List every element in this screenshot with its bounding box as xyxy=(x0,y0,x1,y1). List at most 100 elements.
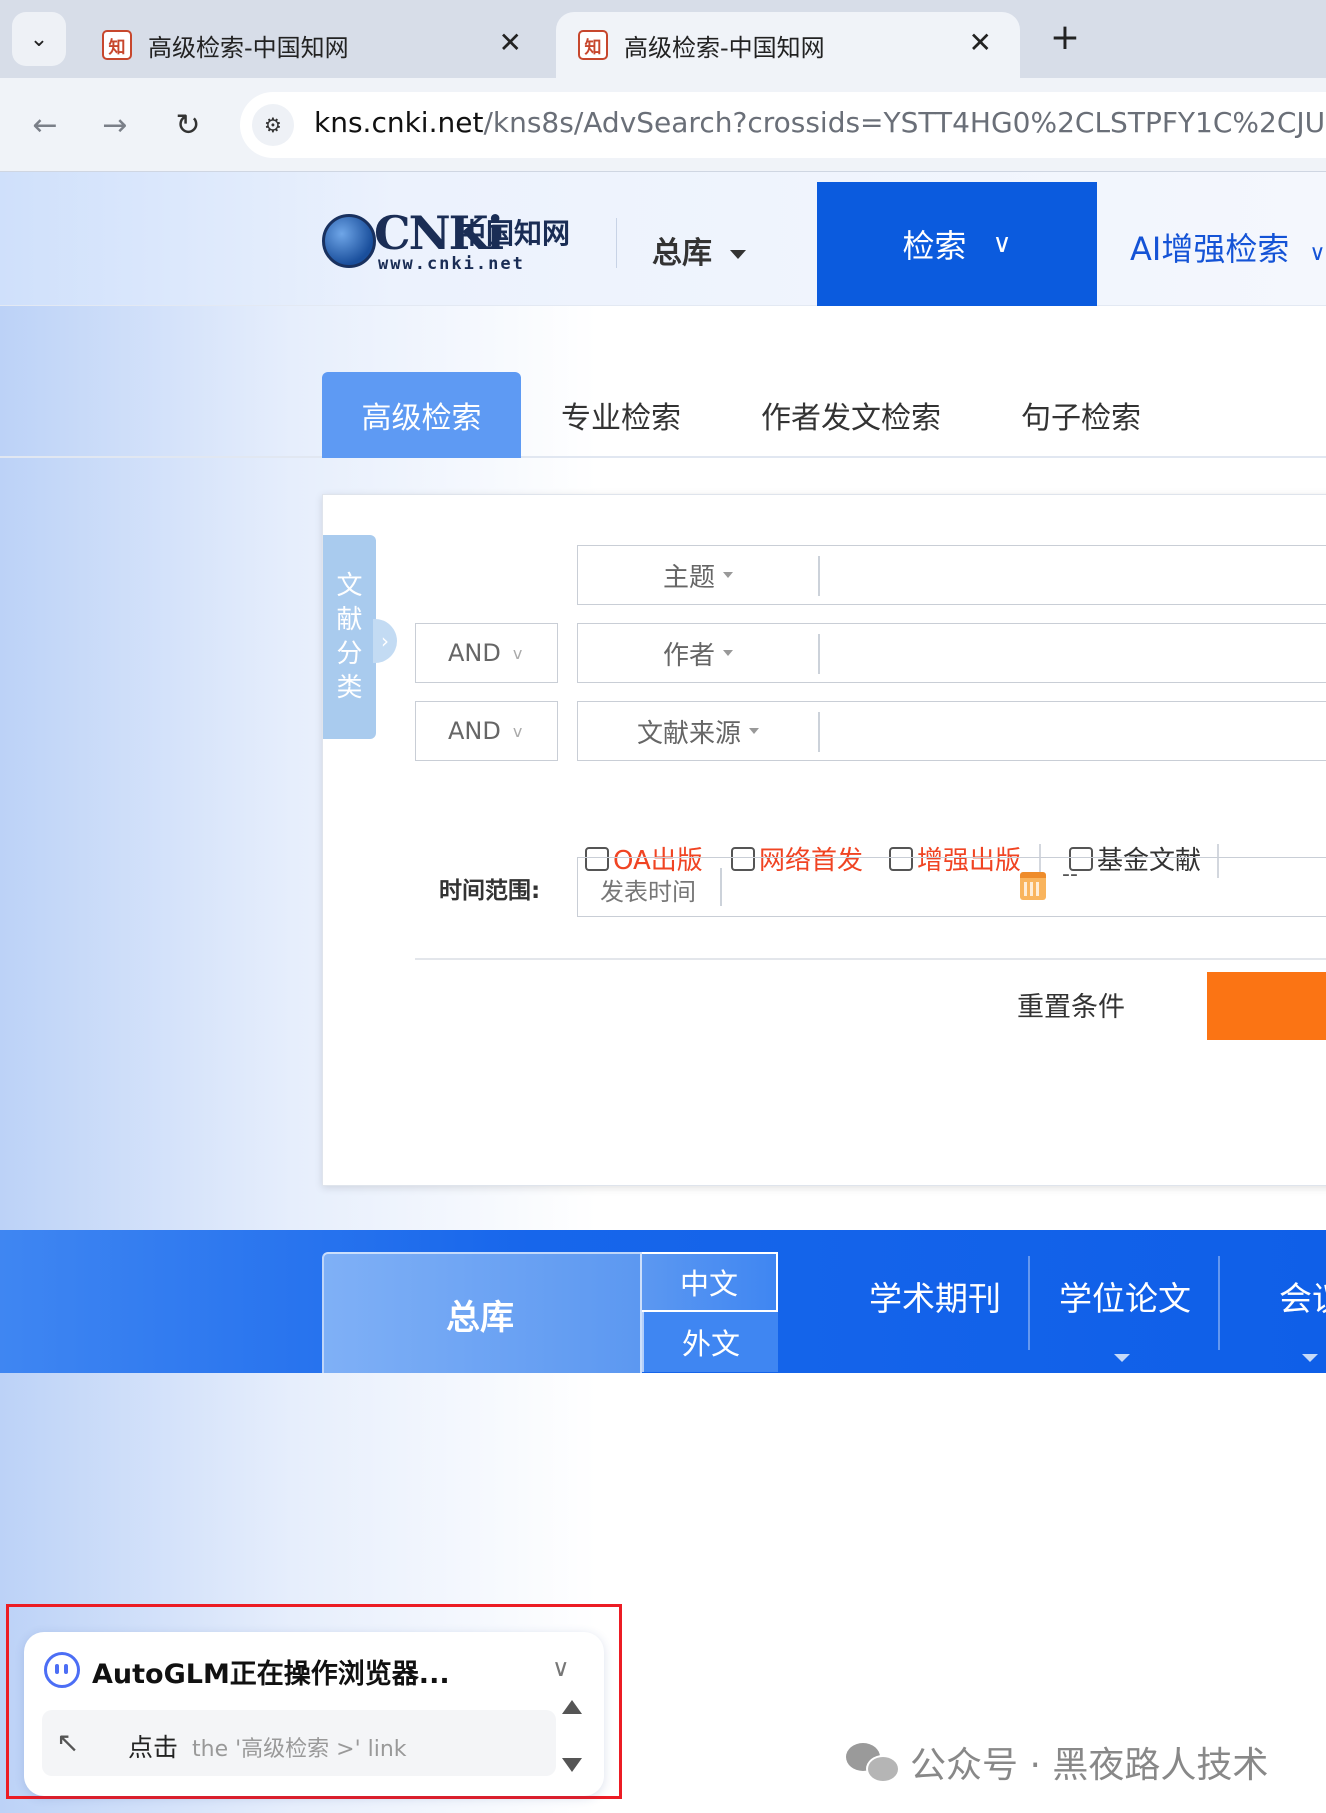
caret-down-icon xyxy=(723,572,733,578)
category-tab[interactable]: 文 献 分 类 xyxy=(323,535,376,739)
tab-professional-search[interactable]: 专业检索 xyxy=(541,372,701,458)
arrow-right-icon: → xyxy=(102,107,128,143)
globe-icon xyxy=(322,214,376,268)
field-selector[interactable]: 主题 xyxy=(578,546,818,604)
close-tab-icon[interactable]: ✕ xyxy=(969,26,992,59)
cnki-logo[interactable]: CNKi 中国知网 www.cnki.net xyxy=(322,206,574,274)
chevron-down-icon[interactable]: ∨ xyxy=(552,1654,570,1682)
resource-journals[interactable]: 学术期刊 xyxy=(869,1272,1001,1320)
url-path: /kns8s/AdvSearch?crossids=YSTT4HG0%2CLST… xyxy=(483,106,1326,139)
wechat-icon xyxy=(846,1743,900,1783)
caret-down-icon xyxy=(730,250,746,259)
caret-down-icon xyxy=(1302,1354,1318,1362)
search-row-1: 主题 xyxy=(577,545,1326,605)
browser-toolbar: ← → ↻ ⚙ kns.cnki.net/kns8s/AdvSearch?cro… xyxy=(0,78,1326,172)
calendar-icon[interactable] xyxy=(1020,872,1046,900)
step-target: the '高级检索 >' link xyxy=(192,1737,407,1762)
logic-label: AND xyxy=(448,639,501,667)
browser-tab-2[interactable]: 知 高级检索-中国知网 ✕ xyxy=(556,12,1020,78)
forward-button[interactable]: → xyxy=(90,100,140,150)
caret-down-icon xyxy=(1114,1354,1130,1362)
database-selector-label: 总库 xyxy=(652,236,712,271)
resource-bar: 总库 中文 外文 学术期刊 学位论文 会议 xyxy=(0,1230,1326,1373)
category-char: 类 xyxy=(336,673,363,703)
header-divider xyxy=(616,218,617,268)
chevron-right-icon[interactable]: › xyxy=(373,619,397,663)
scroll-down-icon[interactable] xyxy=(562,1758,582,1772)
database-selector[interactable]: 总库 xyxy=(652,228,746,272)
resource-theses[interactable]: 学位论文 xyxy=(1059,1272,1191,1320)
lang-foreign[interactable]: 外文 xyxy=(642,1312,778,1372)
time-range-label: 时间范围: xyxy=(439,878,541,904)
resource-zongku-label: 总库 xyxy=(446,1298,514,1338)
tab-search-menu-button[interactable]: ⌄ xyxy=(12,12,66,66)
logic-selector[interactable]: AND v xyxy=(415,623,558,683)
time-range-dash: -- xyxy=(1062,862,1078,887)
site-info-icon[interactable]: ⚙ xyxy=(252,104,294,146)
new-tab-button[interactable]: + xyxy=(1042,14,1088,60)
field-selector-label: 文献来源 xyxy=(636,718,741,749)
cnki-favicon-icon: 知 xyxy=(102,30,132,60)
field-divider xyxy=(818,634,820,674)
browser-tab-bar: ⌄ 知 高级检索-中国知网 ✕ 知 高级检索-中国知网 ✕ + xyxy=(0,0,1326,78)
resource-divider xyxy=(1028,1256,1030,1350)
url-text[interactable]: kns.cnki.net/kns8s/AdvSearch?crossids=YS… xyxy=(314,106,1326,139)
url-host: kns.cnki.net xyxy=(314,106,484,139)
browser-tab-1[interactable]: 知 高级检索-中国知网 ✕ xyxy=(80,12,550,78)
watermark: 公众号 · 黑夜路人技术 xyxy=(846,1736,1268,1788)
chevron-down-icon: v xyxy=(512,643,523,663)
close-tab-icon[interactable]: ✕ xyxy=(499,26,522,59)
chevron-down-icon: ⌄ xyxy=(29,26,49,52)
reload-button[interactable]: ↻ xyxy=(163,100,213,150)
search-row-2: 作者 xyxy=(577,623,1326,683)
click-cursor-icon: ↖ xyxy=(56,1726,80,1759)
resource-conferences[interactable]: 会议 xyxy=(1279,1272,1326,1320)
autoglm-title: AutoGLM正在操作浏览器... xyxy=(92,1659,450,1690)
address-bar[interactable]: ⚙ kns.cnki.net/kns8s/AdvSearch?crossids=… xyxy=(240,92,1326,158)
field-selector[interactable]: 作者 xyxy=(578,624,818,682)
site-header: CNKi 中国知网 www.cnki.net 总库 检索 ∨ AI增强检索 ∨ xyxy=(0,172,1326,306)
chevron-down-icon: ∨ xyxy=(992,229,1012,259)
logic-label: AND xyxy=(448,717,501,745)
category-char: 献 xyxy=(336,605,363,635)
scroll-up-icon[interactable] xyxy=(562,1700,582,1714)
nav-ai-search[interactable]: AI增强检索 ∨ xyxy=(1130,224,1325,270)
logo-url: www.cnki.net xyxy=(378,254,525,274)
category-char: 分 xyxy=(336,639,363,669)
resource-divider xyxy=(1218,1256,1220,1350)
field-selector[interactable]: 文献来源 xyxy=(578,702,818,760)
tab-title: 高级检索-中国知网 xyxy=(148,33,349,62)
resource-zongku[interactable]: 总库 xyxy=(322,1252,642,1373)
autoglm-step: ↖ 点击 the '高级检索 >' link xyxy=(42,1710,556,1776)
search-row-3: 文献来源 xyxy=(577,701,1326,761)
tab-sentence-search[interactable]: 句子检索 xyxy=(1006,372,1156,458)
watermark-text: 公众号 · 黑夜路人技术 xyxy=(910,1745,1269,1786)
lang-chinese[interactable]: 中文 xyxy=(642,1252,778,1312)
field-selector-label: 主题 xyxy=(662,562,715,593)
caret-down-icon xyxy=(723,650,733,656)
nav-search-label: 检索 xyxy=(902,227,967,265)
search-button[interactable] xyxy=(1207,972,1326,1040)
advanced-search-panel: 文 献 分 类 › 主题 AND v 作者 AND v 文献来源 OA出版 网络首发… xyxy=(322,494,1326,1186)
chevron-down-icon: v xyxy=(512,721,523,741)
cnki-favicon-icon: 知 xyxy=(578,30,608,60)
page-content: CNKi 中国知网 www.cnki.net 总库 检索 ∨ AI增强检索 ∨ 高级… xyxy=(0,172,1326,1813)
reset-button[interactable]: 重置条件 xyxy=(1017,985,1125,1024)
arrow-left-icon: ← xyxy=(32,107,58,143)
reload-icon: ↻ xyxy=(175,107,201,143)
back-button[interactable]: ← xyxy=(20,100,70,150)
logic-selector[interactable]: AND v xyxy=(415,701,558,761)
time-range-field: 发表时间 -- xyxy=(577,857,1326,917)
autoglm-status-card: AutoGLM正在操作浏览器... ∨ ↖ 点击 the '高级检索 >' li… xyxy=(24,1632,604,1796)
logo-chinese: 中国知网 xyxy=(458,217,571,250)
chevron-down-icon: ∨ xyxy=(1309,241,1326,266)
panel-divider xyxy=(415,958,1326,960)
tab-author-search[interactable]: 作者发文检索 xyxy=(741,372,961,458)
field-divider xyxy=(720,868,722,906)
tab-advanced-search[interactable]: 高级检索 xyxy=(322,372,521,458)
time-field-selector[interactable]: 发表时间 xyxy=(600,872,696,907)
category-char: 文 xyxy=(336,571,363,601)
nav-ai-label: AI增强检索 xyxy=(1130,230,1290,268)
nav-search-button[interactable]: 检索 ∨ xyxy=(817,182,1097,306)
field-divider xyxy=(818,556,820,596)
